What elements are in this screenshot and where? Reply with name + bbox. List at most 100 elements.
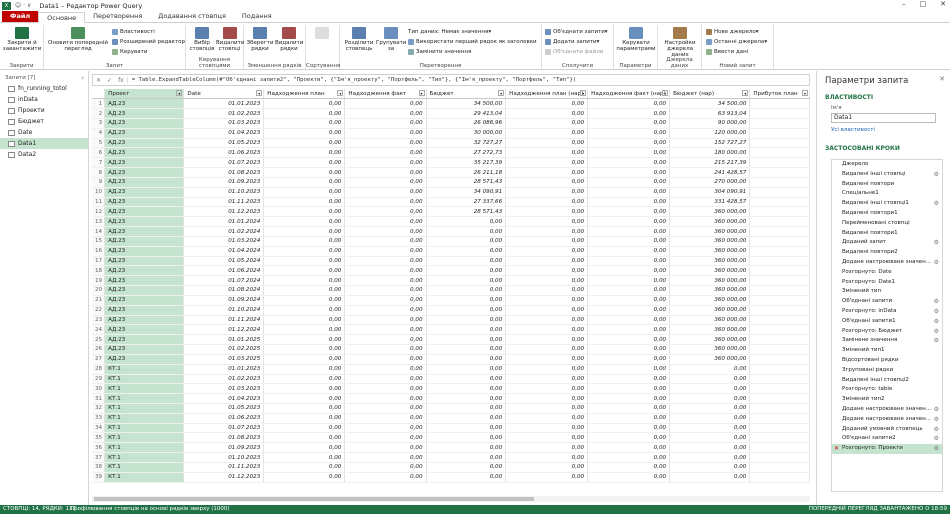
applied-step[interactable]: Видалені повтори1 bbox=[832, 229, 942, 239]
table-cell[interactable]: 0,00 bbox=[587, 432, 671, 444]
query-item[interactable]: Бюджет bbox=[0, 116, 88, 127]
all-properties-link[interactable]: Усі властивості bbox=[817, 124, 950, 136]
applied-step[interactable]: Об'єднані запити2 ⚙ bbox=[832, 434, 942, 444]
row-number[interactable]: 32 bbox=[92, 403, 106, 414]
gear-icon[interactable]: ⚙ bbox=[934, 258, 939, 268]
table-cell[interactable]: 0,00 bbox=[505, 324, 589, 336]
table-cell[interactable]: АД.23 bbox=[104, 167, 185, 178]
gear-icon[interactable]: ⚙ bbox=[934, 425, 939, 435]
table-cell[interactable] bbox=[749, 334, 810, 346]
table-cell[interactable]: 01.06.2023 bbox=[183, 147, 265, 159]
table-cell[interactable]: 01.03.2024 bbox=[183, 236, 265, 247]
table-cell[interactable]: 0,00 bbox=[344, 128, 427, 139]
table-cell[interactable]: 0,00 bbox=[505, 452, 589, 463]
table-cell[interactable]: 34 500,00 bbox=[426, 98, 507, 110]
table-cell[interactable]: 0,00 bbox=[587, 403, 671, 414]
gear-icon[interactable]: ⚙ bbox=[934, 336, 939, 346]
table-cell[interactable]: 0,00 bbox=[587, 157, 671, 169]
table-cell[interactable]: 360 000,00 bbox=[669, 265, 751, 277]
table-cell[interactable]: 01.07.2023 bbox=[183, 423, 265, 434]
table-cell[interactable]: 360 000,00 bbox=[669, 285, 751, 296]
table-cell[interactable]: 0,00 bbox=[344, 275, 427, 287]
table-cell[interactable]: 63 913,04 bbox=[669, 108, 751, 119]
table-cell[interactable]: 0,00 bbox=[669, 472, 751, 483]
table-cell[interactable]: 0,00 bbox=[587, 236, 671, 247]
table-cell[interactable] bbox=[749, 383, 810, 395]
table-cell[interactable]: КТ.1 bbox=[104, 462, 185, 473]
table-cell[interactable]: 0,00 bbox=[263, 305, 346, 316]
table-cell[interactable]: 0,00 bbox=[263, 452, 346, 463]
row-number[interactable]: 24 bbox=[92, 324, 106, 336]
table-cell[interactable] bbox=[749, 393, 810, 404]
table-cell[interactable]: КТ.1 bbox=[104, 472, 185, 483]
table-cell[interactable]: 0,00 bbox=[344, 177, 427, 188]
table-cell[interactable]: 0,00 bbox=[587, 324, 671, 336]
table-cell[interactable]: 01.11.2023 bbox=[183, 197, 265, 208]
applied-step[interactable]: Спеціальне1 bbox=[832, 189, 942, 199]
table-cell[interactable]: 0,00 bbox=[505, 432, 589, 444]
table-cell[interactable]: 0,00 bbox=[344, 423, 427, 434]
table-cell[interactable]: 0,00 bbox=[344, 452, 427, 463]
applied-step[interactable]: Відсортовані рядки bbox=[832, 356, 942, 366]
table-cell[interactable]: 0,00 bbox=[344, 295, 427, 306]
table-cell[interactable]: 0,00 bbox=[505, 295, 589, 306]
confirm-icon[interactable]: ✓ bbox=[107, 77, 112, 84]
table-cell[interactable]: АД.23 bbox=[104, 147, 185, 159]
table-cell[interactable]: 0,00 bbox=[587, 226, 671, 237]
table-cell[interactable]: 0,00 bbox=[505, 108, 589, 119]
table-cell[interactable]: 0,00 bbox=[426, 334, 507, 346]
table-cell[interactable]: 0,00 bbox=[587, 167, 671, 178]
table-cell[interactable]: 0,00 bbox=[344, 442, 427, 454]
table-cell[interactable]: 0,00 bbox=[426, 285, 507, 296]
table-cell[interactable]: 360 000,00 bbox=[669, 236, 751, 247]
applied-step[interactable]: Перейменовані стовпці bbox=[832, 219, 942, 229]
row-number[interactable]: 31 bbox=[92, 393, 106, 404]
gear-icon[interactable]: ⚙ bbox=[934, 297, 939, 307]
table-cell[interactable]: 0,00 bbox=[669, 442, 751, 454]
table-row[interactable]: 22 АД.23 01.10.2024 0,00 0,00 0,00 0,00 0,00 360… bbox=[92, 305, 810, 316]
table-cell[interactable]: АД.23 bbox=[104, 187, 185, 198]
close-pane-icon[interactable]: ✕ bbox=[939, 75, 945, 83]
row-number[interactable]: 21 bbox=[92, 295, 106, 306]
gear-icon[interactable]: ⚙ bbox=[934, 434, 939, 444]
query-item[interactable]: Date bbox=[0, 127, 88, 138]
row-number[interactable]: 15 bbox=[92, 236, 106, 247]
table-cell[interactable] bbox=[749, 403, 810, 414]
table-cell[interactable]: 360 000,00 bbox=[669, 315, 751, 326]
table-cell[interactable]: АД.23 bbox=[104, 256, 185, 267]
filter-dropdown-icon[interactable]: ▾ bbox=[498, 90, 505, 96]
row-number[interactable]: 38 bbox=[92, 462, 106, 473]
table-cell[interactable]: 0,00 bbox=[263, 197, 346, 208]
table-row[interactable]: 2 АД.23 01.02.2023 0,00 0,00 29 413,04 0,00 0,0… bbox=[92, 108, 810, 119]
table-cell[interactable]: 0,00 bbox=[669, 403, 751, 414]
gear-icon[interactable]: ⚙ bbox=[934, 170, 939, 180]
choose-columns-button[interactable]: Вибір стовпців bbox=[188, 27, 216, 52]
table-cell[interactable]: АД.23 bbox=[104, 305, 185, 316]
applied-step[interactable]: Згруповані рядки bbox=[832, 366, 942, 376]
table-cell[interactable]: 32 727,27 bbox=[426, 138, 507, 149]
table-cell[interactable]: 0,00 bbox=[669, 374, 751, 385]
table-cell[interactable]: 0,00 bbox=[587, 256, 671, 267]
table-cell[interactable]: 0,00 bbox=[263, 236, 346, 247]
first-row-headers-button[interactable]: Використати перший рядок як заголовки bbox=[408, 39, 537, 45]
table-cell[interactable] bbox=[749, 246, 810, 257]
table-cell[interactable]: 0,00 bbox=[587, 442, 671, 454]
table-cell[interactable] bbox=[749, 226, 810, 237]
manage-button[interactable]: Керувати bbox=[112, 49, 147, 55]
table-cell[interactable]: 0,00 bbox=[587, 393, 671, 404]
table-cell[interactable] bbox=[749, 147, 810, 159]
table-cell[interactable]: КТ.1 bbox=[104, 432, 185, 444]
table-cell[interactable]: 0,00 bbox=[344, 472, 427, 483]
table-cell[interactable]: 0,00 bbox=[344, 197, 427, 208]
table-cell[interactable] bbox=[749, 138, 810, 149]
table-cell[interactable]: 0,00 bbox=[344, 187, 427, 198]
table-cell[interactable]: 331 428,57 bbox=[669, 197, 751, 208]
table-cell[interactable]: 01.02.2023 bbox=[183, 108, 265, 119]
table-cell[interactable]: 01.09.2024 bbox=[183, 295, 265, 306]
table-row[interactable]: 13 АД.23 01.01.2024 0,00 0,00 0,00 0,00 0,00 360… bbox=[92, 216, 810, 228]
row-number[interactable]: 7 bbox=[92, 157, 106, 169]
table-cell[interactable]: 0,00 bbox=[587, 138, 671, 149]
table-cell[interactable]: АД.23 bbox=[104, 246, 185, 257]
applied-step[interactable]: ✕ Розгорнуто: Проекти ⚙ bbox=[832, 444, 942, 454]
gear-icon[interactable]: ⚙ bbox=[934, 317, 939, 327]
